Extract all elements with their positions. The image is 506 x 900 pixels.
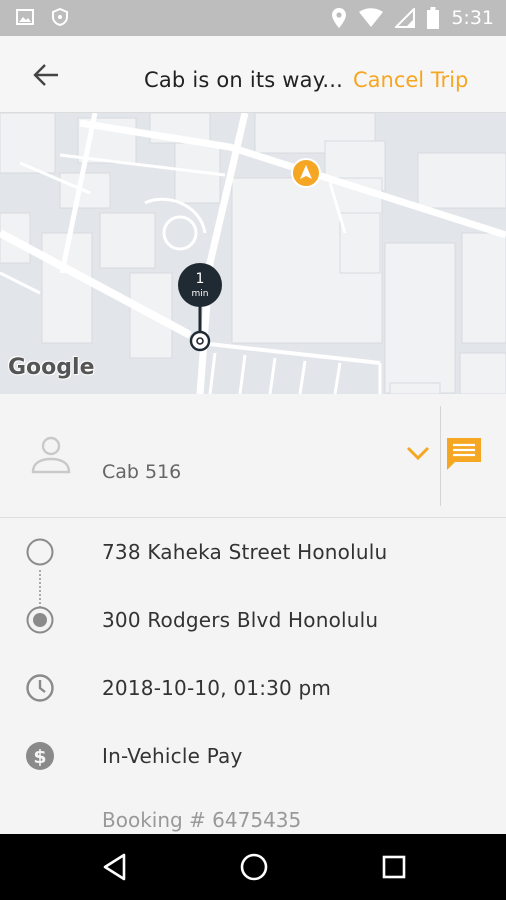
chat-icon bbox=[447, 438, 481, 470]
trip-details: 738 Kaheka Street Honolulu 300 Rodgers B… bbox=[0, 518, 506, 834]
svg-text:$: $ bbox=[33, 746, 46, 768]
dropoff-target-icon bbox=[26, 606, 54, 634]
chat-button[interactable] bbox=[445, 436, 483, 479]
back-button[interactable] bbox=[26, 60, 62, 90]
datetime-row: 2018-10-10, 01:30 pm bbox=[0, 668, 506, 708]
trip-datetime: 2018-10-10, 01:30 pm bbox=[102, 676, 332, 700]
nav-bar bbox=[0, 834, 506, 900]
dropoff-row: 300 Rodgers Blvd Honolulu bbox=[0, 600, 506, 640]
map-view[interactable]: 1 min Google bbox=[0, 113, 506, 394]
booking-number: Booking # 6475435 bbox=[102, 808, 302, 832]
eta-value: 1 bbox=[196, 271, 205, 287]
status-bar: 5:31 bbox=[0, 0, 506, 36]
status-time: 5:31 bbox=[451, 7, 494, 29]
shield-icon bbox=[52, 8, 68, 26]
pickup-circle-icon bbox=[26, 538, 54, 566]
image-icon bbox=[16, 9, 34, 25]
dollar-icon: $ bbox=[26, 742, 54, 770]
dropoff-address: 300 Rodgers Blvd Honolulu bbox=[102, 608, 379, 632]
location-icon bbox=[332, 8, 347, 28]
map-canvas bbox=[0, 113, 506, 394]
payment-method: In-Vehicle Pay bbox=[102, 744, 243, 768]
cab-name: Cab 516 bbox=[102, 461, 182, 483]
page-title: Cab is on its way... bbox=[144, 68, 344, 92]
arrow-left-icon bbox=[33, 64, 58, 86]
pickup-pin[interactable] bbox=[188, 329, 212, 353]
clock-icon bbox=[26, 674, 54, 702]
expand-driver-button[interactable] bbox=[405, 444, 431, 467]
pickup-row: 738 Kaheka Street Honolulu bbox=[0, 532, 506, 572]
car-marker-icon[interactable] bbox=[290, 157, 322, 189]
wifi-icon bbox=[359, 8, 384, 27]
person-icon bbox=[31, 436, 71, 474]
battery-icon bbox=[427, 7, 440, 29]
driver-section: Cab 516 bbox=[0, 394, 506, 518]
pickup-address: 738 Kaheka Street Honolulu bbox=[102, 540, 388, 564]
cancel-trip-button[interactable]: Cancel Trip bbox=[353, 68, 468, 92]
eta-unit: min bbox=[192, 289, 209, 299]
vertical-divider bbox=[440, 406, 441, 506]
signal-icon bbox=[395, 8, 416, 28]
payment-row: $ In-Vehicle Pay bbox=[0, 736, 506, 776]
eta-pin[interactable]: 1 min bbox=[176, 261, 224, 309]
app-bar: Cab is on its way... Cancel Trip bbox=[0, 36, 506, 113]
google-logo: Google bbox=[8, 355, 95, 380]
recents-square-icon[interactable] bbox=[379, 851, 409, 883]
back-triangle-icon[interactable] bbox=[100, 851, 130, 883]
home-circle-icon[interactable] bbox=[238, 851, 270, 883]
chevron-down-icon bbox=[406, 446, 430, 461]
